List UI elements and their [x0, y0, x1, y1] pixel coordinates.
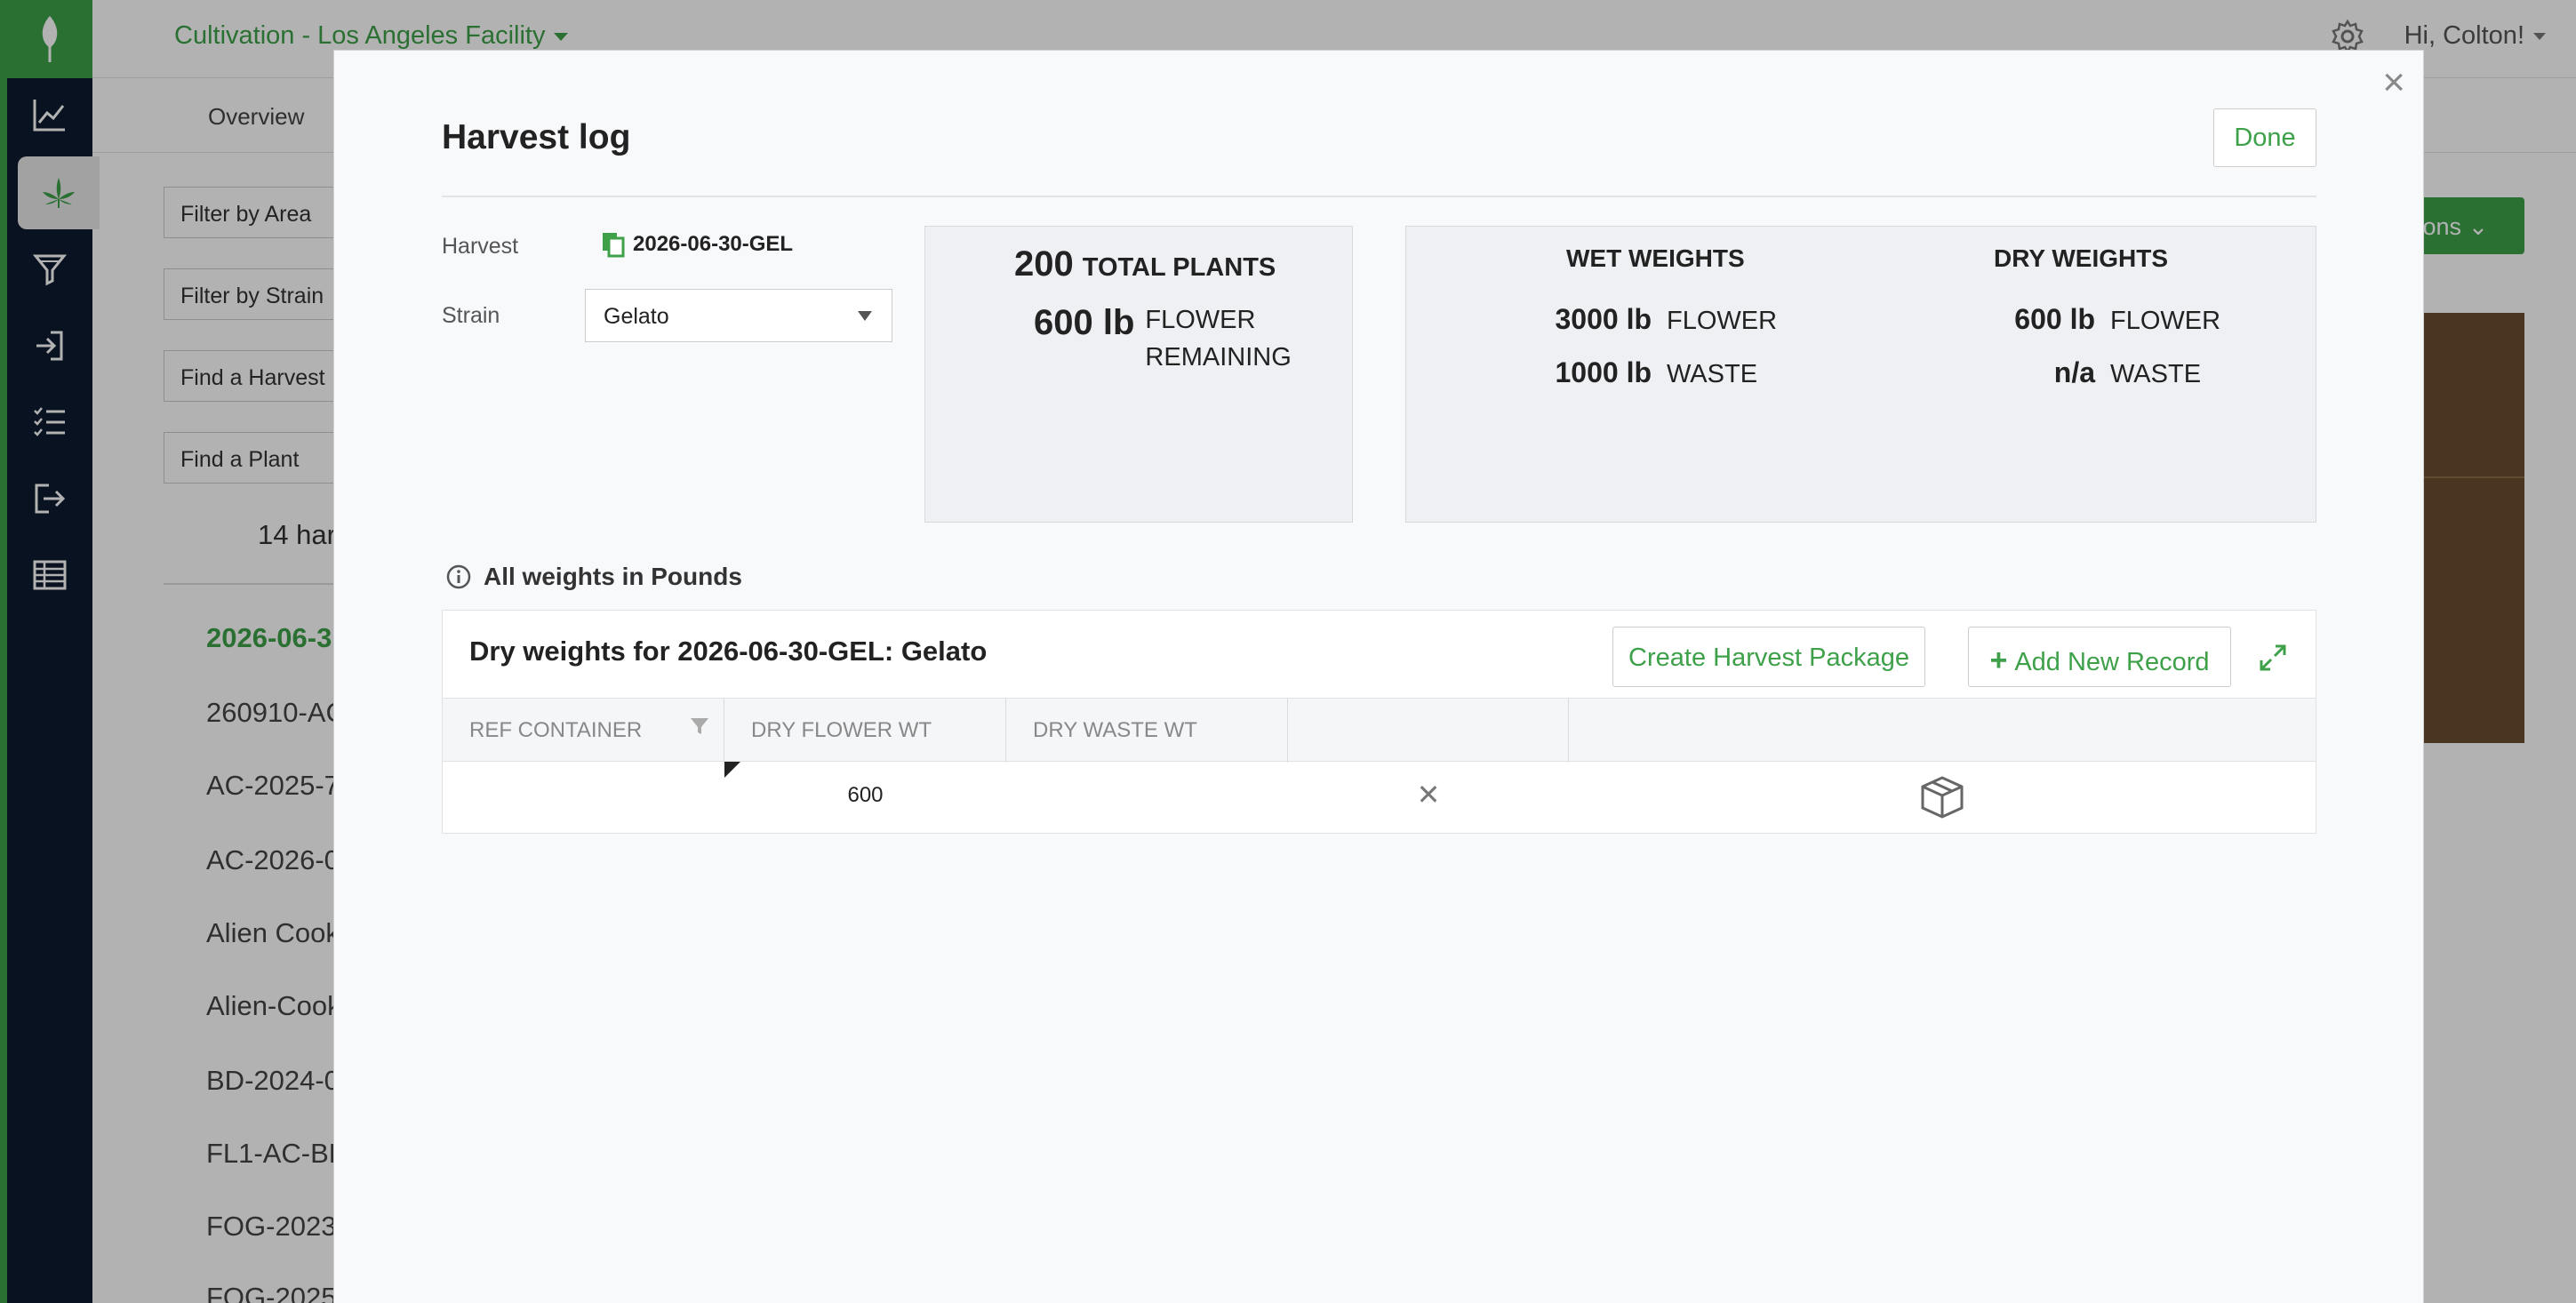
table-row[interactable]: 600 ✕: [443, 762, 2316, 833]
done-button[interactable]: Done: [2213, 108, 2316, 167]
dry-weights-card: Dry weights for 2026-06-30-GEL: Gelato C…: [442, 610, 2316, 834]
harvest-log-modal: × Harvest log Done Harvest 2026-06-30-GE…: [333, 50, 2424, 1303]
chevron-down-icon: [858, 311, 872, 321]
card-title: Dry weights for 2026-06-30-GEL: Gelato: [469, 636, 988, 667]
expand-icon[interactable]: [2258, 643, 2288, 673]
column-header-actions: [1288, 699, 1569, 763]
plus-icon: +: [1989, 644, 2008, 677]
dry-waste-label: WASTE: [2110, 360, 2202, 388]
total-plants: 200 TOTAL PLANTS: [1014, 244, 1276, 284]
wet-waste-value: 1000 lb: [1555, 356, 1652, 388]
flower-remaining-value: 600 lb: [1034, 303, 1135, 342]
harvest-label: Harvest: [442, 234, 519, 259]
plant-summary-box: 200 TOTAL PLANTS 600 lb FLOWER REMAINING: [924, 226, 1353, 523]
info-icon: [446, 564, 471, 589]
weights-summary-box: WET WEIGHTS DRY WEIGHTS 3000 lb FLOWER 1…: [1405, 226, 2316, 523]
wet-flower-value: 3000 lb: [1555, 303, 1652, 335]
add-new-record-button[interactable]: + Add New Record: [1968, 627, 2231, 687]
dry-flower-wt-cell[interactable]: 600: [724, 762, 1006, 833]
harvest-value: 2026-06-30-GEL: [633, 232, 794, 256]
column-label: REF CONTAINER: [469, 718, 643, 742]
close-icon[interactable]: ×: [2382, 63, 2405, 102]
strain-select[interactable]: Gelato: [585, 289, 892, 342]
dry-flower-value: 600 lb: [2014, 303, 2095, 335]
filter-icon[interactable]: [688, 715, 711, 738]
strain-value: Gelato: [604, 304, 669, 329]
dry-waste-wt-cell[interactable]: [1006, 762, 1288, 833]
copy-icon[interactable]: [601, 231, 626, 258]
note-text: All weights in Pounds: [484, 563, 742, 590]
column-header-dry-waste-wt[interactable]: DRY WASTE WT: [1006, 699, 1288, 763]
ref-container-cell[interactable]: [443, 762, 724, 833]
wet-weights-heading: WET WEIGHTS: [1566, 244, 1745, 272]
column-header-package: [1569, 699, 2316, 763]
total-plants-label: TOTAL PLANTS: [1082, 253, 1276, 282]
package-cell: [1569, 762, 2316, 833]
flower-remaining-label: REMAINING: [1145, 343, 1292, 372]
page-title: Harvest log: [442, 118, 631, 156]
weights-unit-note: All weights in Pounds: [446, 563, 742, 591]
strain-label: Strain: [442, 303, 500, 328]
dry-waste-value: n/a: [2053, 356, 2095, 388]
add-record-label: Add New Record: [2014, 648, 2210, 676]
dry-weights-heading: DRY WEIGHTS: [1994, 244, 2169, 272]
column-header-dry-flower-wt[interactable]: DRY FLOWER WT: [724, 699, 1006, 763]
wet-flower-label: FLOWER: [1667, 307, 1778, 335]
flower-remaining-label: FLOWER: [1145, 306, 1256, 334]
table-header: REF CONTAINER DRY FLOWER WT DRY WASTE WT: [443, 698, 2316, 763]
dry-flower-label: FLOWER: [2110, 307, 2221, 335]
wet-waste-label: WASTE: [1667, 360, 1758, 388]
divider: [442, 196, 2316, 197]
harvest-id[interactable]: 2026-06-30-GEL: [601, 231, 793, 258]
flower-remaining: 600 lb FLOWER REMAINING: [1034, 301, 1292, 376]
total-plants-value: 200: [1014, 244, 1074, 284]
create-harvest-package-button[interactable]: Create Harvest Package: [1612, 627, 1925, 687]
delete-icon[interactable]: ✕: [1288, 762, 1569, 833]
column-header-ref-container[interactable]: REF CONTAINER: [443, 699, 724, 763]
package-box-icon[interactable]: [1917, 772, 1967, 822]
